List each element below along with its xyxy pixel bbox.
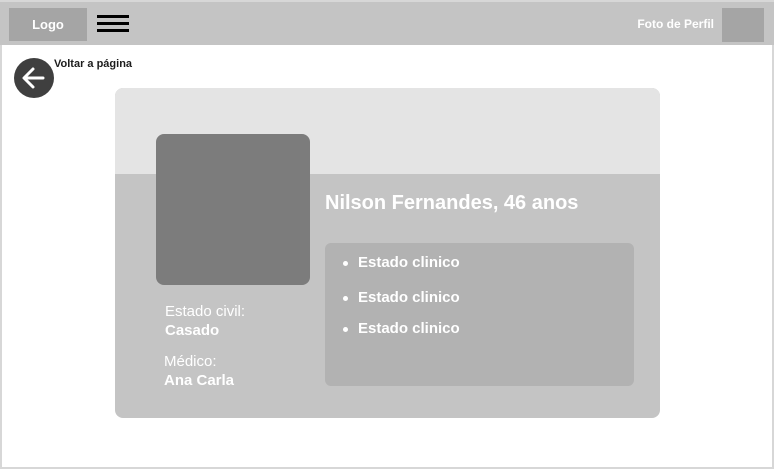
- back-button[interactable]: [14, 58, 54, 98]
- hamburger-menu-icon[interactable]: [97, 15, 129, 33]
- back-link[interactable]: Voltar a página: [54, 58, 132, 70]
- clinical-status-item: Estado clinico: [343, 289, 460, 306]
- clinical-status-box: Estado clinico Estado clinico Estado cli…: [325, 243, 634, 386]
- menu-line: [97, 15, 129, 18]
- menu-line: [97, 22, 129, 25]
- patient-card: Nilson Fernandes, 46 anos Estado civil: …: [115, 88, 660, 418]
- marital-status-value: Casado: [165, 322, 220, 339]
- top-navigation-bar: Logo Foto de Perfil: [0, 0, 774, 45]
- clinical-status-item: Estado clinico: [343, 320, 460, 337]
- doctor-label: Médico:: [164, 353, 217, 370]
- profile-photo-label: Foto de Perfil: [637, 17, 714, 31]
- doctor-value: Ana Carla: [164, 372, 235, 389]
- marital-status-label: Estado civil:: [165, 303, 246, 320]
- menu-line: [97, 29, 129, 32]
- clinical-status-item: Estado clinico: [343, 254, 460, 271]
- arrow-left-icon: [22, 67, 45, 89]
- patient-photo: [156, 134, 310, 285]
- logo[interactable]: Logo: [9, 8, 87, 41]
- patient-name: Nilson Fernandes, 46 anos: [325, 192, 579, 214]
- profile-photo[interactable]: [722, 8, 764, 42]
